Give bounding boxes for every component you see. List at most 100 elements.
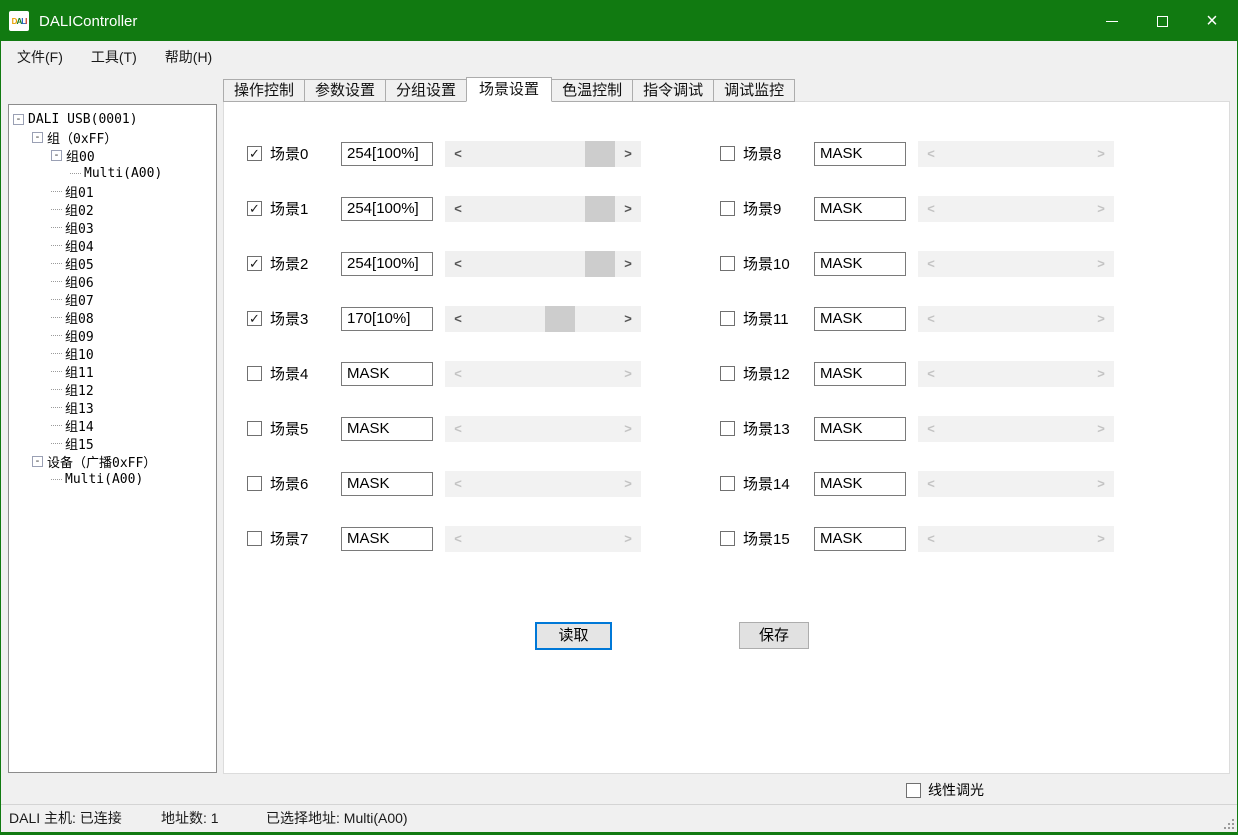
slider-left-arrow[interactable]: < [445, 251, 471, 277]
tree-item-2[interactable]: -组00 [9, 146, 216, 164]
tree-item-15[interactable]: 组12 [9, 380, 216, 398]
scene-13-checkbox[interactable] [720, 421, 735, 436]
tree-item-7[interactable]: 组04 [9, 236, 216, 254]
tree-expander-icon[interactable]: - [13, 114, 24, 125]
tree-item-19[interactable]: -设备（广播0xFF） [9, 452, 216, 470]
slider-thumb[interactable] [585, 141, 615, 167]
scene-7-checkbox[interactable] [247, 531, 262, 546]
tree-item-17[interactable]: 组14 [9, 416, 216, 434]
tree-item-18[interactable]: 组15 [9, 434, 216, 452]
scene-12-value-input[interactable] [814, 362, 906, 386]
scene-2-slider[interactable]: <> [445, 251, 641, 277]
tab-parameter-settings[interactable]: 参数设置 [304, 79, 386, 102]
scene-8-value-input[interactable] [814, 142, 906, 166]
tab-command-debug[interactable]: 指令调试 [632, 79, 714, 102]
scene-11-checkbox[interactable] [720, 311, 735, 326]
linear-dimming-checkbox[interactable] [906, 783, 921, 798]
scene-2-checkbox[interactable]: ✓ [247, 256, 262, 271]
slider-left-arrow[interactable]: < [445, 306, 471, 332]
tree-item-4[interactable]: 组01 [9, 182, 216, 200]
menu-item-file[interactable]: 文件(F) [3, 41, 77, 73]
slider-left-arrow[interactable]: < [445, 196, 471, 222]
scene-11-value-input[interactable] [814, 307, 906, 331]
scene-9-checkbox[interactable] [720, 201, 735, 216]
tree-item-11[interactable]: 组08 [9, 308, 216, 326]
tree-item-12[interactable]: 组09 [9, 326, 216, 344]
tab-group-settings[interactable]: 分组设置 [385, 79, 467, 102]
scene-11-slider: <> [918, 306, 1114, 332]
tree-item-8[interactable]: 组05 [9, 254, 216, 272]
tree-item-16[interactable]: 组13 [9, 398, 216, 416]
read-button[interactable]: 读取 [535, 622, 612, 650]
tree-item-13[interactable]: 组10 [9, 344, 216, 362]
tree-item-0[interactable]: -DALI USB(0001) [9, 110, 216, 128]
tree-item-1[interactable]: -组（0xFF） [9, 128, 216, 146]
scene-6-value-input[interactable] [341, 472, 433, 496]
scene-1-value-input[interactable] [341, 197, 433, 221]
save-button[interactable]: 保存 [739, 622, 809, 649]
scene-3-checkbox[interactable]: ✓ [247, 311, 262, 326]
scene-4-checkbox[interactable] [247, 366, 262, 381]
tree-connector [51, 389, 62, 390]
scene-7-value-input[interactable] [341, 527, 433, 551]
tree-connector [51, 353, 62, 354]
app-icon: DALI [9, 11, 29, 31]
scene-6-checkbox[interactable] [247, 476, 262, 491]
scene-3-slider[interactable]: <> [445, 306, 641, 332]
scene-15-checkbox[interactable] [720, 531, 735, 546]
tree-item-9[interactable]: 组06 [9, 272, 216, 290]
device-tree: -DALI USB(0001)-组（0xFF）-组00Multi(A00)组01… [8, 104, 217, 773]
tree-item-20[interactable]: Multi(A00) [9, 470, 216, 488]
slider-left-arrow: < [918, 361, 944, 387]
slider-right-arrow[interactable]: > [615, 306, 641, 332]
scene-2-value-input[interactable] [341, 252, 433, 276]
scene-13-value-input[interactable] [814, 417, 906, 441]
scene-10-checkbox[interactable] [720, 256, 735, 271]
scene-5-checkbox[interactable] [247, 421, 262, 436]
scene-1-checkbox[interactable]: ✓ [247, 201, 262, 216]
tree-connector [51, 335, 62, 336]
tree-item-5[interactable]: 组02 [9, 200, 216, 218]
tree-expander-icon[interactable]: - [32, 456, 43, 467]
slider-thumb[interactable] [585, 251, 615, 277]
scene-14-checkbox[interactable] [720, 476, 735, 491]
scene-3-value-input[interactable] [341, 307, 433, 331]
scene-5-value-input[interactable] [341, 417, 433, 441]
scene-14-value-input[interactable] [814, 472, 906, 496]
scene-9-value-input[interactable] [814, 197, 906, 221]
slider-right-arrow[interactable]: > [615, 196, 641, 222]
scene-0-checkbox[interactable]: ✓ [247, 146, 262, 161]
scene-1-slider[interactable]: <> [445, 196, 641, 222]
close-button[interactable]: × [1187, 1, 1237, 41]
minimize-button[interactable] [1087, 1, 1137, 41]
slider-right-arrow[interactable]: > [615, 251, 641, 277]
tab-debug-monitor[interactable]: 调试监控 [713, 79, 795, 102]
scene-8-checkbox[interactable] [720, 146, 735, 161]
tree-item-label: 组05 [65, 254, 94, 273]
tree-item-3[interactable]: Multi(A00) [9, 164, 216, 182]
scene-15-slider: <> [918, 526, 1114, 552]
slider-left-arrow[interactable]: < [445, 141, 471, 167]
slider-right-arrow: > [1088, 251, 1114, 277]
tree-expander-icon[interactable]: - [51, 150, 62, 161]
tab-operation-control[interactable]: 操作控制 [223, 79, 305, 102]
scene-15-value-input[interactable] [814, 527, 906, 551]
tab-scene-settings[interactable]: 场景设置 [466, 77, 552, 102]
scene-12-checkbox[interactable] [720, 366, 735, 381]
slider-thumb[interactable] [585, 196, 615, 222]
scene-10-value-input[interactable] [814, 252, 906, 276]
tree-expander-icon[interactable]: - [32, 132, 43, 143]
menu-item-tools[interactable]: 工具(T) [77, 41, 151, 73]
maximize-button[interactable] [1137, 1, 1187, 41]
tree-item-14[interactable]: 组11 [9, 362, 216, 380]
slider-right-arrow[interactable]: > [615, 141, 641, 167]
slider-thumb[interactable] [545, 306, 575, 332]
tree-item-6[interactable]: 组03 [9, 218, 216, 236]
scene-4-value-input[interactable] [341, 362, 433, 386]
menu-item-help[interactable]: 帮助(H) [151, 41, 226, 73]
resize-grip[interactable] [1222, 817, 1234, 829]
tree-item-10[interactable]: 组07 [9, 290, 216, 308]
scene-0-value-input[interactable] [341, 142, 433, 166]
tab-color-temperature[interactable]: 色温控制 [551, 79, 633, 102]
scene-0-slider[interactable]: <> [445, 141, 641, 167]
